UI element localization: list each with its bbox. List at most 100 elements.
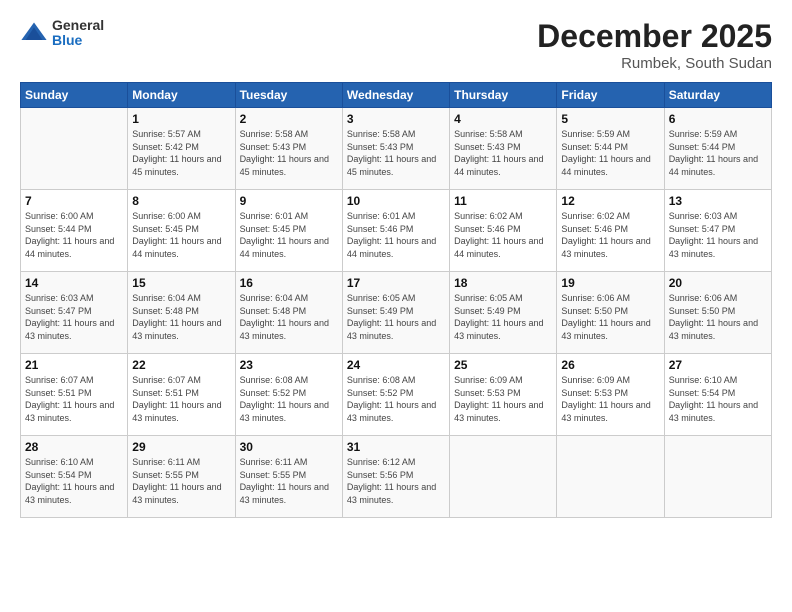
calendar-cell: 17 Sunrise: 6:05 AMSunset: 5:49 PMDaylig… [342,272,449,354]
calendar-cell: 16 Sunrise: 6:04 AMSunset: 5:48 PMDaylig… [235,272,342,354]
day-number: 16 [240,276,338,290]
calendar-cell: 12 Sunrise: 6:02 AMSunset: 5:46 PMDaylig… [557,190,664,272]
calendar-cell: 26 Sunrise: 6:09 AMSunset: 5:53 PMDaylig… [557,354,664,436]
calendar-cell: 20 Sunrise: 6:06 AMSunset: 5:50 PMDaylig… [664,272,771,354]
calendar-cell: 9 Sunrise: 6:01 AMSunset: 5:45 PMDayligh… [235,190,342,272]
day-number: 26 [561,358,659,372]
week-row-3: 21 Sunrise: 6:07 AMSunset: 5:51 PMDaylig… [21,354,772,436]
calendar-cell: 11 Sunrise: 6:02 AMSunset: 5:46 PMDaylig… [450,190,557,272]
day-number: 3 [347,112,445,126]
day-info: Sunrise: 6:02 AMSunset: 5:46 PMDaylight:… [454,211,543,259]
day-number: 27 [669,358,767,372]
calendar-cell: 5 Sunrise: 5:59 AMSunset: 5:44 PMDayligh… [557,108,664,190]
day-info: Sunrise: 6:01 AMSunset: 5:45 PMDaylight:… [240,211,329,259]
day-number: 14 [25,276,123,290]
calendar-table: Sunday Monday Tuesday Wednesday Thursday… [20,82,772,518]
calendar-cell [557,436,664,518]
day-info: Sunrise: 6:04 AMSunset: 5:48 PMDaylight:… [240,293,329,341]
calendar-cell: 6 Sunrise: 5:59 AMSunset: 5:44 PMDayligh… [664,108,771,190]
calendar-cell: 19 Sunrise: 6:06 AMSunset: 5:50 PMDaylig… [557,272,664,354]
day-info: Sunrise: 6:09 AMSunset: 5:53 PMDaylight:… [561,375,650,423]
day-info: Sunrise: 6:00 AMSunset: 5:45 PMDaylight:… [132,211,221,259]
day-number: 7 [25,194,123,208]
day-number: 5 [561,112,659,126]
col-thursday: Thursday [450,83,557,108]
day-info: Sunrise: 6:05 AMSunset: 5:49 PMDaylight:… [347,293,436,341]
day-info: Sunrise: 6:09 AMSunset: 5:53 PMDaylight:… [454,375,543,423]
day-info: Sunrise: 6:06 AMSunset: 5:50 PMDaylight:… [561,293,650,341]
calendar-cell: 25 Sunrise: 6:09 AMSunset: 5:53 PMDaylig… [450,354,557,436]
day-number: 9 [240,194,338,208]
calendar-cell: 22 Sunrise: 6:07 AMSunset: 5:51 PMDaylig… [128,354,235,436]
day-number: 30 [240,440,338,454]
day-number: 18 [454,276,552,290]
location: Rumbek, South Sudan [537,55,772,72]
calendar-cell: 4 Sunrise: 5:58 AMSunset: 5:43 PMDayligh… [450,108,557,190]
day-number: 1 [132,112,230,126]
day-number: 10 [347,194,445,208]
day-number: 12 [561,194,659,208]
day-info: Sunrise: 6:06 AMSunset: 5:50 PMDaylight:… [669,293,758,341]
day-number: 4 [454,112,552,126]
day-number: 21 [25,358,123,372]
day-number: 20 [669,276,767,290]
day-info: Sunrise: 6:10 AMSunset: 5:54 PMDaylight:… [669,375,758,423]
day-number: 22 [132,358,230,372]
header-row: Sunday Monday Tuesday Wednesday Thursday… [21,83,772,108]
day-info: Sunrise: 5:58 AMSunset: 5:43 PMDaylight:… [240,129,329,177]
calendar-cell: 29 Sunrise: 6:11 AMSunset: 5:55 PMDaylig… [128,436,235,518]
day-info: Sunrise: 6:03 AMSunset: 5:47 PMDaylight:… [25,293,114,341]
day-info: Sunrise: 5:58 AMSunset: 5:43 PMDaylight:… [454,129,543,177]
day-info: Sunrise: 6:07 AMSunset: 5:51 PMDaylight:… [132,375,221,423]
day-info: Sunrise: 6:05 AMSunset: 5:49 PMDaylight:… [454,293,543,341]
day-number: 8 [132,194,230,208]
week-row-4: 28 Sunrise: 6:10 AMSunset: 5:54 PMDaylig… [21,436,772,518]
calendar-cell [21,108,128,190]
day-info: Sunrise: 5:58 AMSunset: 5:43 PMDaylight:… [347,129,436,177]
week-row-1: 7 Sunrise: 6:00 AMSunset: 5:44 PMDayligh… [21,190,772,272]
day-number: 19 [561,276,659,290]
day-info: Sunrise: 6:11 AMSunset: 5:55 PMDaylight:… [132,457,221,505]
page-container: General Blue December 2025 Rumbek, South… [0,0,792,612]
day-info: Sunrise: 5:57 AMSunset: 5:42 PMDaylight:… [132,129,221,177]
calendar-cell: 3 Sunrise: 5:58 AMSunset: 5:43 PMDayligh… [342,108,449,190]
day-number: 11 [454,194,552,208]
day-number: 13 [669,194,767,208]
col-monday: Monday [128,83,235,108]
logo-text: General Blue [52,18,104,49]
day-info: Sunrise: 6:00 AMSunset: 5:44 PMDaylight:… [25,211,114,259]
day-info: Sunrise: 6:04 AMSunset: 5:48 PMDaylight:… [132,293,221,341]
page-header: General Blue December 2025 Rumbek, South… [20,18,772,72]
calendar-cell: 13 Sunrise: 6:03 AMSunset: 5:47 PMDaylig… [664,190,771,272]
day-number: 17 [347,276,445,290]
day-number: 24 [347,358,445,372]
calendar-cell [450,436,557,518]
calendar-cell: 21 Sunrise: 6:07 AMSunset: 5:51 PMDaylig… [21,354,128,436]
calendar-cell: 24 Sunrise: 6:08 AMSunset: 5:52 PMDaylig… [342,354,449,436]
calendar-body: 1 Sunrise: 5:57 AMSunset: 5:42 PMDayligh… [21,108,772,518]
calendar-cell: 1 Sunrise: 5:57 AMSunset: 5:42 PMDayligh… [128,108,235,190]
day-info: Sunrise: 6:02 AMSunset: 5:46 PMDaylight:… [561,211,650,259]
calendar-cell [664,436,771,518]
day-info: Sunrise: 6:08 AMSunset: 5:52 PMDaylight:… [240,375,329,423]
calendar-cell: 7 Sunrise: 6:00 AMSunset: 5:44 PMDayligh… [21,190,128,272]
day-info: Sunrise: 6:11 AMSunset: 5:55 PMDaylight:… [240,457,329,505]
day-info: Sunrise: 6:12 AMSunset: 5:56 PMDaylight:… [347,457,436,505]
logo-general: General [52,18,104,33]
day-number: 15 [132,276,230,290]
calendar-cell: 2 Sunrise: 5:58 AMSunset: 5:43 PMDayligh… [235,108,342,190]
month-title: December 2025 [537,18,772,55]
week-row-0: 1 Sunrise: 5:57 AMSunset: 5:42 PMDayligh… [21,108,772,190]
calendar-cell: 30 Sunrise: 6:11 AMSunset: 5:55 PMDaylig… [235,436,342,518]
day-number: 25 [454,358,552,372]
calendar-cell: 8 Sunrise: 6:00 AMSunset: 5:45 PMDayligh… [128,190,235,272]
logo-icon [20,19,48,47]
day-number: 29 [132,440,230,454]
calendar-cell: 28 Sunrise: 6:10 AMSunset: 5:54 PMDaylig… [21,436,128,518]
calendar-cell: 31 Sunrise: 6:12 AMSunset: 5:56 PMDaylig… [342,436,449,518]
calendar-cell: 23 Sunrise: 6:08 AMSunset: 5:52 PMDaylig… [235,354,342,436]
day-info: Sunrise: 6:03 AMSunset: 5:47 PMDaylight:… [669,211,758,259]
day-number: 2 [240,112,338,126]
calendar-cell: 27 Sunrise: 6:10 AMSunset: 5:54 PMDaylig… [664,354,771,436]
day-number: 31 [347,440,445,454]
